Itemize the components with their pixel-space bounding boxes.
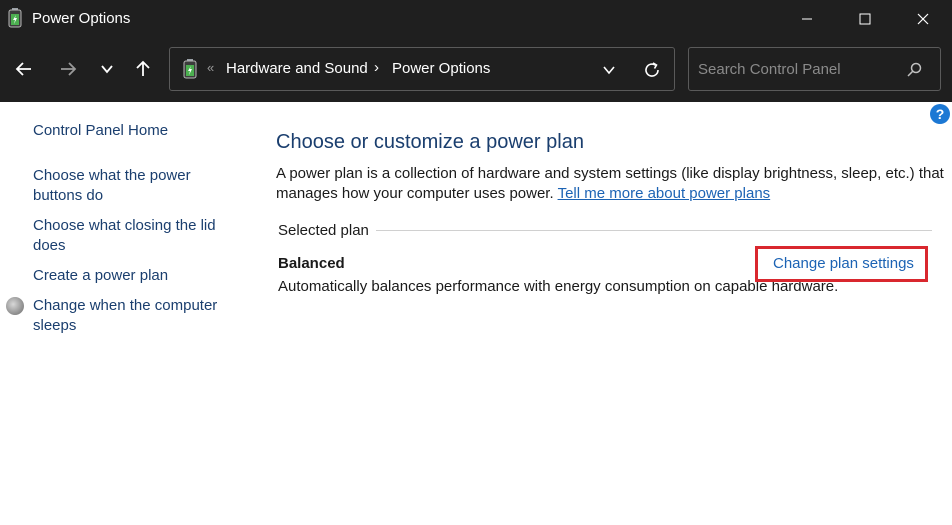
plan-name: Balanced — [278, 255, 345, 272]
computer-sleeps-link[interactable]: Change when the computer sleeps — [33, 296, 233, 336]
change-plan-settings-link[interactable]: Change plan settings — [773, 255, 914, 272]
recent-locations-button[interactable] — [92, 54, 122, 84]
control-panel-home-link[interactable]: Control Panel Home — [33, 121, 168, 141]
sleep-moon-icon — [6, 297, 24, 315]
maximize-icon — [859, 13, 871, 24]
window-title: Power Options — [32, 10, 131, 27]
close-icon — [917, 13, 929, 24]
page-title: Choose or customize a power plan — [276, 131, 584, 153]
title-bar: Power Options — [0, 0, 952, 37]
breadcrumb-hardware-and-sound[interactable]: Hardware and Sound — [226, 60, 368, 77]
create-power-plan-link[interactable]: Create a power plan — [33, 266, 168, 286]
help-icon[interactable]: ? — [930, 104, 950, 124]
back-button[interactable] — [9, 54, 39, 84]
navigation-bar: « Hardware and Sound › Power Options — [0, 37, 952, 102]
page-description: A power plan is a collection of hardware… — [276, 164, 946, 204]
breadcrumb-separator[interactable]: › — [374, 59, 379, 76]
maximize-button[interactable] — [836, 0, 894, 37]
search-box[interactable] — [688, 47, 941, 91]
minimize-button[interactable] — [778, 0, 836, 37]
battery-icon — [7, 8, 23, 28]
battery-icon — [182, 59, 198, 79]
forward-button[interactable] — [53, 54, 83, 84]
refresh-icon — [645, 62, 659, 77]
up-button[interactable] — [128, 54, 158, 84]
search-input[interactable] — [690, 49, 900, 89]
chevron-down-icon — [101, 65, 113, 74]
arrow-right-icon — [61, 62, 77, 76]
search-icon[interactable] — [904, 60, 924, 80]
address-dropdown-button[interactable] — [598, 60, 620, 80]
address-bar[interactable]: « Hardware and Sound › Power Options — [169, 47, 675, 91]
chevron-down-icon — [603, 66, 615, 75]
section-divider — [376, 230, 932, 231]
power-plans-help-link[interactable]: Tell me more about power plans — [558, 185, 771, 202]
minimize-icon — [802, 18, 812, 19]
arrow-up-icon — [136, 60, 150, 76]
arrow-left-icon — [15, 62, 31, 76]
closing-lid-link[interactable]: Choose what closing the lid does — [33, 216, 233, 256]
power-buttons-link[interactable]: Choose what the power buttons do — [33, 166, 223, 206]
breadcrumb-power-options[interactable]: Power Options — [392, 60, 490, 77]
breadcrumb-overflow[interactable]: « — [207, 60, 214, 75]
refresh-button[interactable] — [640, 58, 664, 82]
selected-plan-label: Selected plan — [278, 222, 369, 239]
close-button[interactable] — [894, 0, 952, 37]
